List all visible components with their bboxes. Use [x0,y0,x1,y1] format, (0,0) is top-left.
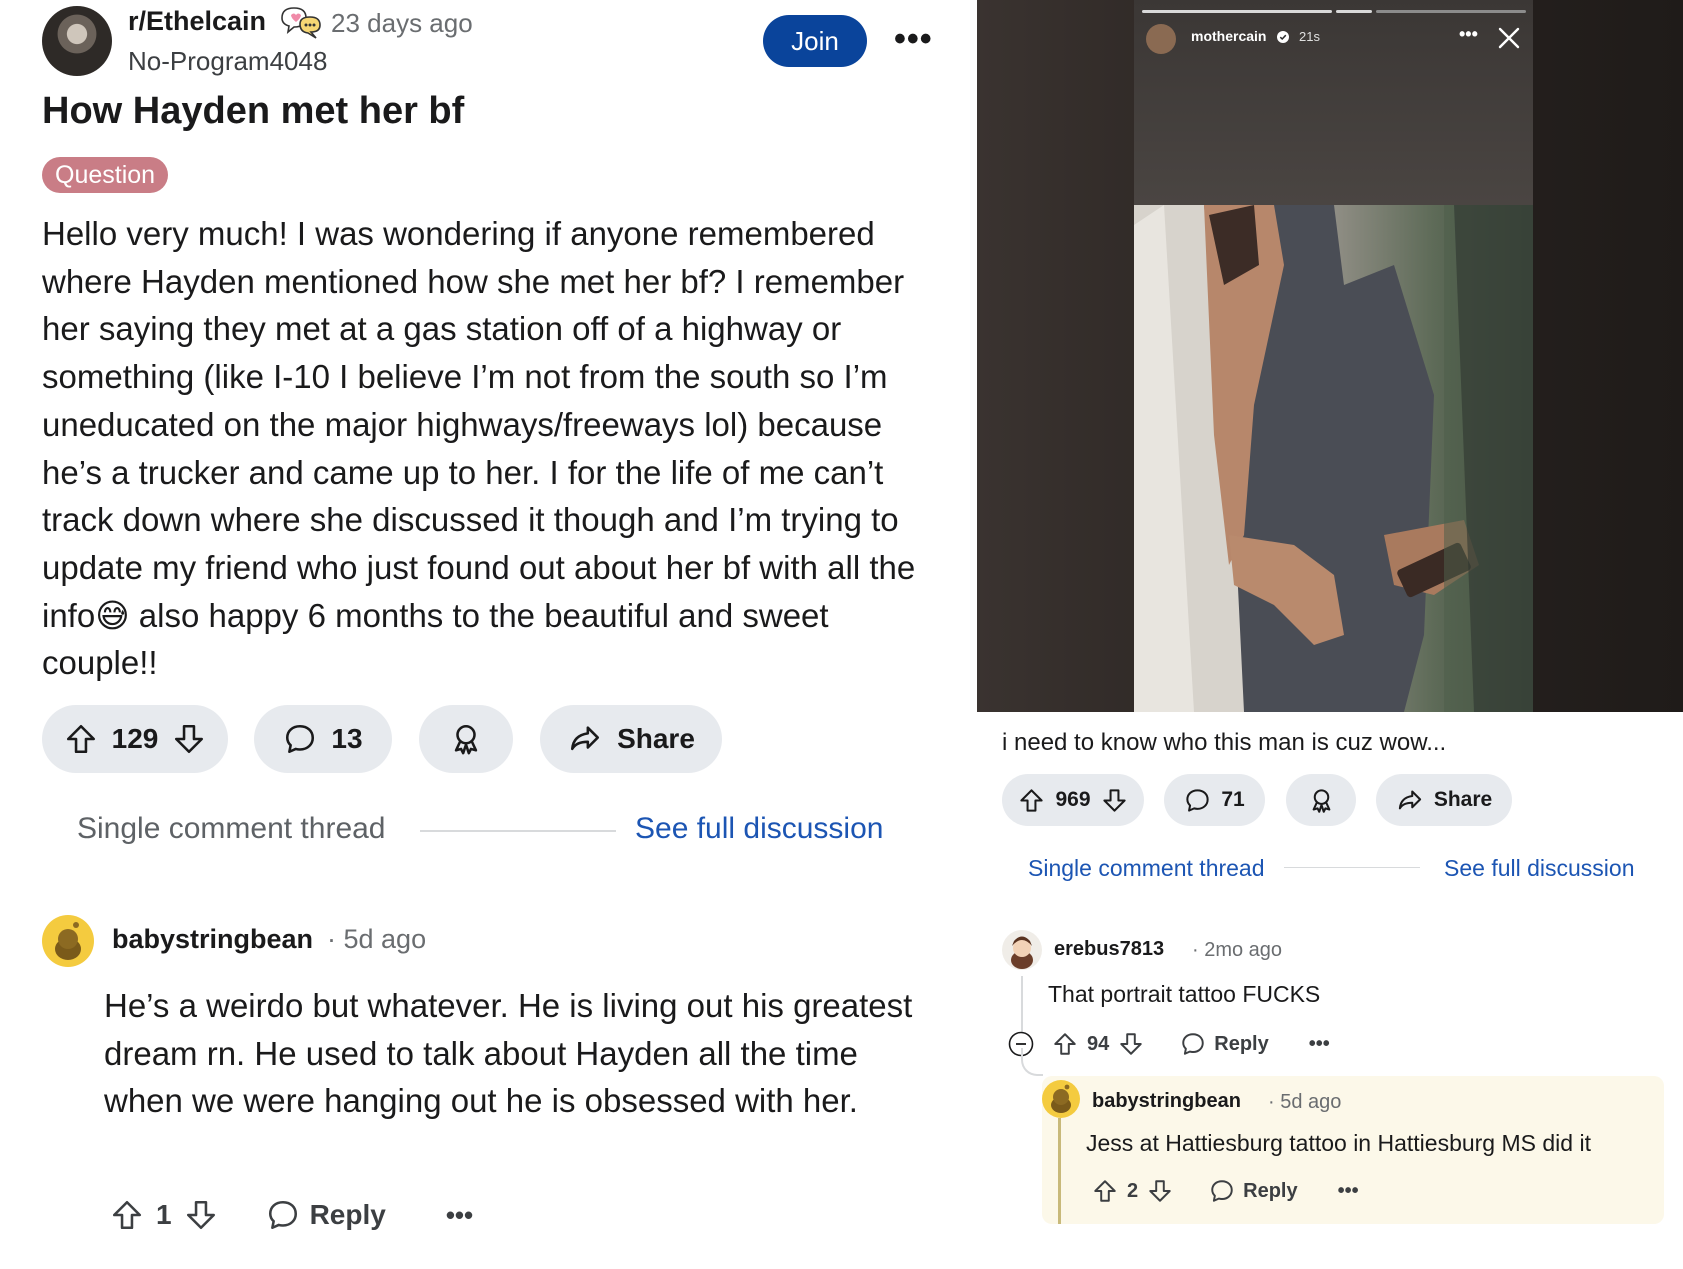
snoo-avatar-icon [1011,936,1033,969]
see-full-discussion-link[interactable]: See full discussion [1444,855,1635,882]
upvote-icon[interactable] [1092,1178,1118,1204]
comments-button[interactable]: 71 [1164,774,1265,826]
story-progress-bar [1142,10,1332,13]
snoo-avatar-icon [55,922,81,960]
upvote-icon[interactable] [1052,1031,1078,1057]
post-flair[interactable]: Question [42,157,169,193]
downvote-icon[interactable] [184,1198,218,1232]
story-screenshot: mothercain 21s ••• [977,0,1683,712]
reply-label: Reply [1214,1032,1269,1055]
thread-line [1021,1048,1043,1076]
comment-author[interactable]: babystringbean [1092,1090,1241,1113]
share-icon [571,726,600,751]
comments-button[interactable]: 13 [254,705,392,773]
story-timestamp: 21s [1299,29,1320,44]
join-button[interactable]: Join [763,15,867,67]
reply-label: Reply [1243,1179,1298,1202]
reply-button[interactable]: Reply [266,1198,386,1232]
comment-actions: 94 Reply ••• [1052,1026,1330,1062]
comment-count: 71 [1221,788,1245,811]
post-caption: i need to know who this man is cuz wow..… [1002,729,1447,756]
comment-more-icon[interactable]: ••• [446,1200,473,1231]
award-button[interactable] [1286,774,1356,826]
see-full-discussion-link[interactable]: See full discussion [635,812,883,846]
downvote-icon[interactable] [1147,1178,1173,1204]
post-author[interactable]: No-Program4048 [128,46,327,77]
share-icon [1398,789,1421,809]
upvote-icon[interactable] [110,1198,144,1232]
comment-time-text: 5d ago [343,924,427,954]
verified-icon [1277,31,1289,43]
upvote-icon[interactable] [64,722,98,756]
comment-icon [1186,788,1209,812]
share-label: Share [1433,788,1493,811]
left-post-panel: r/Ethelcain 23 days ago No-Program4048 J… [0,0,975,1269]
reply-button[interactable]: Reply [1180,1031,1269,1057]
comment-body: He’s a weirdo but whatever. He is living… [104,987,913,1119]
comment-icon [1211,1180,1233,1202]
award-icon [1312,788,1330,813]
single-thread-label[interactable]: Single comment thread [1028,855,1265,882]
comment-vote-count: 94 [1087,1032,1110,1055]
reply-button[interactable]: Reply [1209,1178,1298,1204]
story-frame: mothercain 21s ••• [1134,0,1533,712]
comment-author[interactable]: babystringbean [112,924,313,955]
story-progress-bar [1376,10,1526,13]
avatar[interactable] [42,915,94,967]
downvote-icon[interactable] [1101,787,1128,814]
comment-timestamp: · 5d ago [327,924,427,954]
avatar[interactable] [1002,930,1042,970]
avatar[interactable] [1042,1080,1080,1118]
speech-bubbles-icon [281,7,321,39]
divider [1284,867,1420,868]
avatar[interactable] [1146,24,1176,54]
comment-icon [1182,1033,1204,1055]
highlight-bar [1058,1118,1061,1224]
comment-time-text: 5d ago [1280,1091,1342,1113]
subreddit-avatar[interactable] [42,6,112,76]
comment-more-icon[interactable]: ••• [1309,1033,1330,1056]
comment-timestamp: · 2mo ago [1192,939,1283,961]
close-icon[interactable] [1497,26,1521,50]
comment-actions: 1 Reply ••• [110,1190,473,1240]
share-label: Share [617,723,695,754]
comment-icon [286,724,315,754]
reply-label: Reply [309,1199,386,1230]
subreddit-name[interactable]: r/Ethelcain [128,6,266,37]
single-thread-label: Single comment thread [77,812,386,845]
downvote-icon[interactable] [1118,1031,1144,1057]
post-body: Hello very much! I was wondering if anyo… [42,215,916,682]
post-timestamp: 23 days ago [331,8,473,38]
comment-body: Jess at Hattiesburg tattoo in Hattiesbur… [1086,1130,1591,1156]
comment-body: That portrait tattoo FUCKS [1048,981,1321,1007]
comment-icon [268,1200,297,1230]
man-photo [1134,205,1533,712]
award-button[interactable] [419,705,513,773]
comment-more-icon[interactable]: ••• [1338,1180,1359,1203]
story-photo [1134,205,1533,712]
comment-author[interactable]: erebus7813 [1054,938,1164,961]
story-more-icon[interactable]: ••• [1459,24,1478,45]
vote-count: 129 [111,723,159,754]
comment-vote-count: 1 [156,1199,172,1230]
vote-count: 969 [1055,788,1091,811]
comment-time-text: 2mo ago [1204,939,1283,961]
more-options-icon[interactable]: ••• [894,20,933,59]
story-progress-bar [1336,10,1372,13]
divider [420,830,616,832]
comment-count: 13 [331,723,363,754]
comment-vote-count: 2 [1127,1179,1139,1202]
comment-timestamp: · 5d ago [1268,1091,1342,1113]
post-title: How Hayden met her bf [42,90,465,132]
upvote-icon[interactable] [1018,787,1045,814]
comment-actions: 2 Reply ••• [1092,1173,1359,1209]
vote-pill: 129 [42,705,228,773]
award-icon [454,724,478,755]
snoo-avatar-icon [1051,1084,1071,1113]
downvote-icon[interactable] [172,722,206,756]
share-button[interactable]: Share [1376,774,1512,826]
vote-pill: 969 [1002,774,1144,826]
share-button[interactable]: Share [540,705,722,773]
story-username[interactable]: mothercain [1191,28,1266,44]
